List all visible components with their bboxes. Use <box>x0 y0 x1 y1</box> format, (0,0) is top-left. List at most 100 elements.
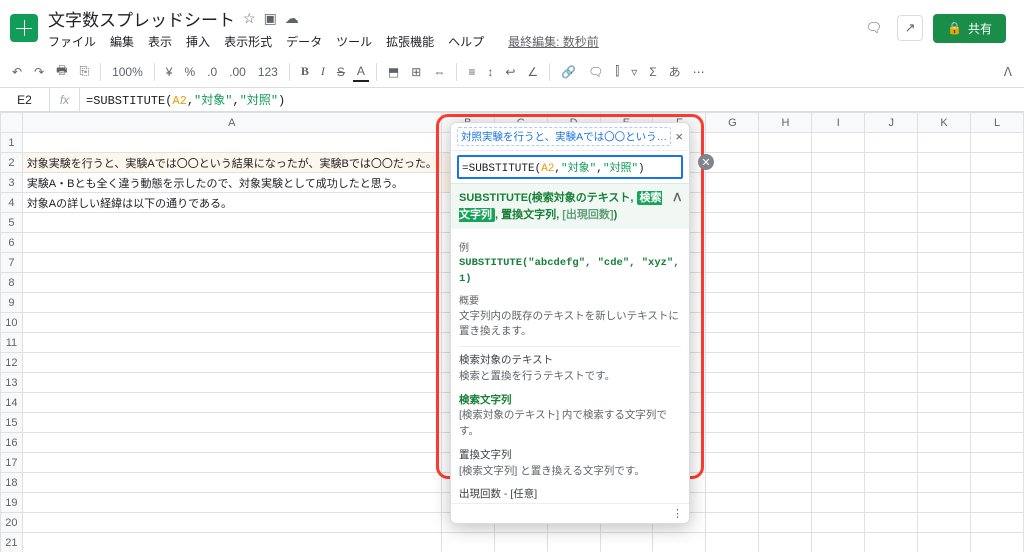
column-header[interactable]: H <box>759 113 812 133</box>
cell[interactable] <box>759 293 812 313</box>
row-header[interactable]: 7 <box>1 253 23 273</box>
cell[interactable] <box>918 213 971 233</box>
cell[interactable] <box>706 353 759 373</box>
cell[interactable] <box>918 193 971 213</box>
row-header[interactable]: 19 <box>1 493 23 513</box>
move-icon[interactable]: ▣ <box>264 10 277 27</box>
cell[interactable] <box>759 193 812 213</box>
cell[interactable] <box>22 533 441 552</box>
column-header[interactable]: J <box>865 113 918 133</box>
cell[interactable] <box>812 313 865 333</box>
cell[interactable] <box>918 493 971 513</box>
cell[interactable] <box>22 293 441 313</box>
cell[interactable] <box>22 213 441 233</box>
cell[interactable] <box>812 133 865 153</box>
cell[interactable] <box>759 393 812 413</box>
cell[interactable] <box>865 133 918 153</box>
star-icon[interactable]: ☆ <box>243 10 256 27</box>
cell[interactable] <box>971 133 1024 153</box>
merge-button[interactable]: ⇔ <box>429 63 449 81</box>
cell[interactable] <box>918 333 971 353</box>
cell[interactable] <box>494 533 547 552</box>
cell[interactable] <box>971 313 1024 333</box>
menu-tools[interactable]: ツール <box>336 33 372 50</box>
cell[interactable] <box>865 233 918 253</box>
cell[interactable] <box>812 293 865 313</box>
cell[interactable] <box>918 153 971 173</box>
text-color-button[interactable]: A <box>353 62 369 82</box>
cell[interactable] <box>600 533 653 552</box>
cell[interactable] <box>918 433 971 453</box>
column-header[interactable]: A <box>22 113 441 133</box>
row-header[interactable]: 13 <box>1 373 23 393</box>
cell[interactable] <box>971 213 1024 233</box>
cell[interactable] <box>971 373 1024 393</box>
cell[interactable] <box>759 353 812 373</box>
cell[interactable] <box>22 333 441 353</box>
cell[interactable] <box>759 533 812 552</box>
cell[interactable] <box>22 433 441 453</box>
cell[interactable] <box>812 153 865 173</box>
cell[interactable] <box>812 193 865 213</box>
cell[interactable] <box>812 353 865 373</box>
cell[interactable] <box>865 413 918 433</box>
cell[interactable] <box>918 533 971 552</box>
row-header[interactable]: 8 <box>1 273 23 293</box>
cell[interactable] <box>918 133 971 153</box>
last-edit-label[interactable]: 最終編集: 数秒前 <box>508 33 599 50</box>
cell[interactable] <box>812 453 865 473</box>
more-options-icon[interactable]: ⋮ <box>672 507 683 520</box>
fill-color-button[interactable]: ⬒ <box>384 63 403 81</box>
cell[interactable] <box>865 153 918 173</box>
input-lang-button[interactable]: あ <box>665 61 685 82</box>
row-header[interactable]: 6 <box>1 233 23 253</box>
percent-button[interactable]: % <box>180 63 199 81</box>
cell[interactable] <box>865 373 918 393</box>
italic-button[interactable]: I <box>317 62 329 81</box>
cell[interactable] <box>865 253 918 273</box>
cell[interactable] <box>759 333 812 353</box>
menu-data[interactable]: データ <box>286 33 322 50</box>
cell[interactable] <box>759 133 812 153</box>
filter-button[interactable]: ▿ <box>627 63 641 81</box>
cell[interactable] <box>22 313 441 333</box>
zoom-select[interactable]: 100% <box>108 63 147 81</box>
cell[interactable] <box>706 493 759 513</box>
cell[interactable] <box>22 273 441 293</box>
cell[interactable] <box>812 273 865 293</box>
menu-extensions[interactable]: 拡張機能 <box>386 33 434 50</box>
cell[interactable] <box>706 453 759 473</box>
row-header[interactable]: 4 <box>1 193 23 213</box>
wrap-button[interactable]: ↩ <box>501 63 519 81</box>
valign-button[interactable]: ↕ <box>483 63 497 81</box>
cell[interactable] <box>22 353 441 373</box>
cell[interactable] <box>918 293 971 313</box>
cell[interactable] <box>971 433 1024 453</box>
cloud-icon[interactable]: ☁ <box>285 10 299 27</box>
cell[interactable] <box>865 493 918 513</box>
cell[interactable] <box>759 213 812 233</box>
cell[interactable] <box>706 133 759 153</box>
cell[interactable] <box>918 253 971 273</box>
cell[interactable] <box>759 453 812 473</box>
link-button[interactable]: 🔗 <box>557 63 580 81</box>
cell[interactable] <box>812 413 865 433</box>
doc-title[interactable]: 文字数スプレッドシート <box>48 6 235 31</box>
cell[interactable] <box>22 393 441 413</box>
cell[interactable] <box>759 473 812 493</box>
row-header[interactable]: 17 <box>1 453 23 473</box>
cell[interactable] <box>865 393 918 413</box>
cell[interactable] <box>759 253 812 273</box>
menu-help[interactable]: ヘルプ <box>448 33 484 50</box>
cell[interactable] <box>918 373 971 393</box>
cell[interactable] <box>865 453 918 473</box>
decrease-decimal-button[interactable]: .0 <box>203 63 221 81</box>
cell[interactable] <box>759 493 812 513</box>
close-icon[interactable]: × <box>675 129 683 144</box>
cell[interactable] <box>706 533 759 552</box>
rotate-button[interactable]: ∠ <box>523 63 542 81</box>
print-button[interactable]: 🖶 <box>52 59 71 84</box>
undo-button[interactable]: ↶ <box>8 63 26 81</box>
menu-format[interactable]: 表示形式 <box>224 33 272 50</box>
row-header[interactable]: 11 <box>1 333 23 353</box>
